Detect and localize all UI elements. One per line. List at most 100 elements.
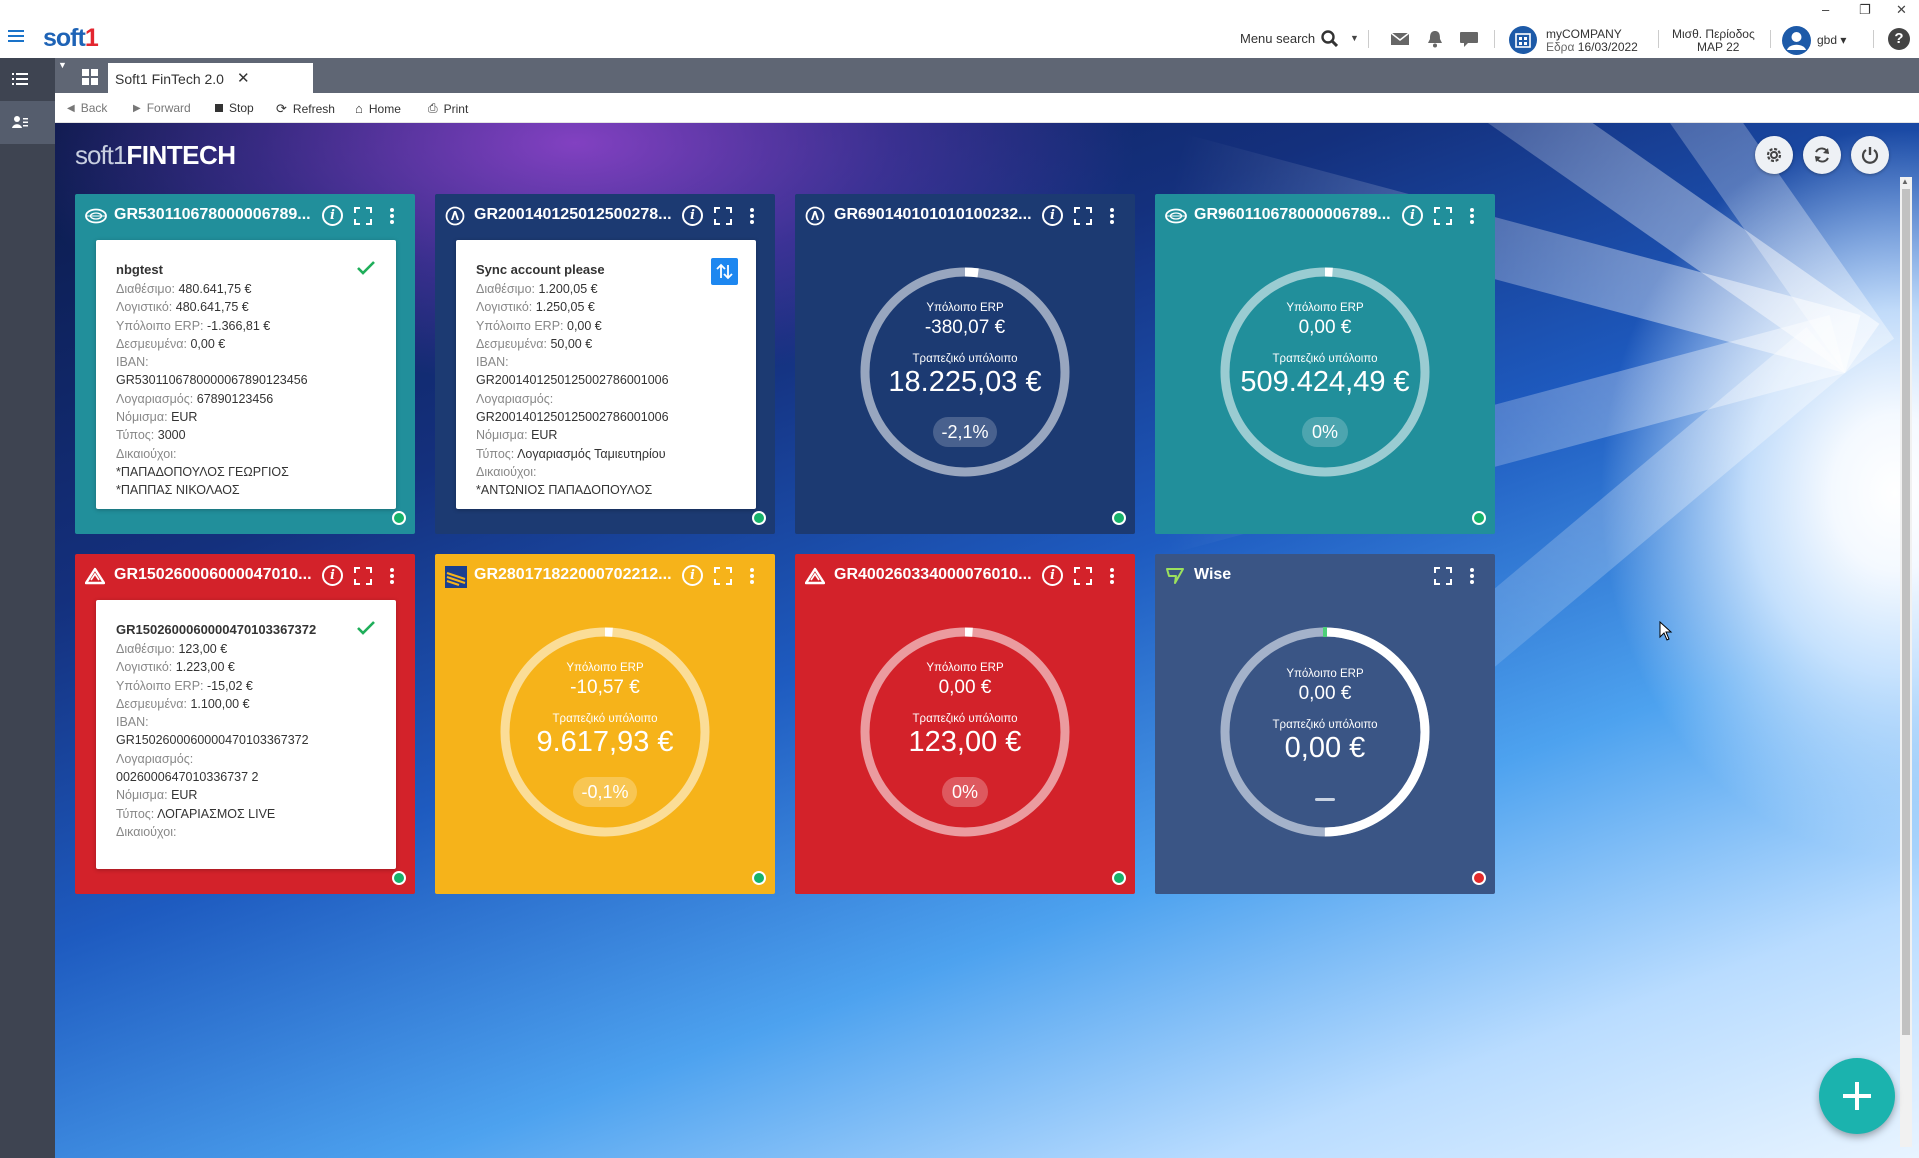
tab-soft1-fintech[interactable]: Soft1 FinTech 2.0 ✕ <box>108 63 313 93</box>
fullscreen-icon[interactable] <box>714 567 732 585</box>
account-card[interactable]: GR690140101010100232... i Υπόλοιπο ERP -380… <box>795 194 1135 534</box>
more-vertical-icon[interactable] <box>749 207 755 225</box>
account-card[interactable]: GR150260006000047010... i GR15026000600004… <box>75 554 415 894</box>
minimize-button[interactable]: – <box>1822 2 1829 17</box>
detail-line: Τύπος: 3000 <box>116 428 186 443</box>
fullscreen-icon[interactable] <box>714 207 732 225</box>
scroll-up-icon[interactable]: ▲ <box>1901 177 1909 186</box>
back-button[interactable]: ◀ Back <box>67 101 107 115</box>
info-icon[interactable]: i <box>1042 565 1063 586</box>
info-icon[interactable]: i <box>322 205 343 226</box>
tab-label: Soft1 FinTech 2.0 <box>115 71 224 87</box>
left-sidebar <box>0 58 55 1158</box>
info-icon[interactable]: i <box>1402 205 1423 226</box>
difference-percentage-badge: -2,1% <box>933 417 997 447</box>
search-icon[interactable] <box>1321 30 1338 47</box>
info-icon[interactable]: i <box>322 565 343 586</box>
chevron-down-icon[interactable]: ▼ <box>58 60 67 70</box>
chat-icon[interactable] <box>1459 30 1479 48</box>
info-icon[interactable]: i <box>1042 205 1063 226</box>
account-card[interactable]: GR200140125012500278... i Sync account ple… <box>435 194 775 534</box>
card-title[interactable]: GR280171822000702212... <box>474 566 672 584</box>
add-account-button[interactable] <box>1819 1058 1895 1134</box>
more-vertical-icon[interactable] <box>389 567 395 585</box>
more-vertical-icon[interactable] <box>1109 207 1115 225</box>
sidebar-item-menu-list[interactable] <box>0 58 55 101</box>
sidebar-item-contacts[interactable] <box>0 101 55 144</box>
hamburger-menu-icon[interactable] <box>8 30 24 42</box>
restore-button[interactable]: ❐ <box>1859 2 1871 18</box>
home-icon: ⌂ <box>355 101 363 116</box>
bank-balance-value: 0,00 € <box>1284 732 1366 764</box>
account-card[interactable]: GR400260334000076010... i Υπόλοιπο ERP 0,00… <box>795 554 1135 894</box>
power-button[interactable] <box>1851 136 1889 174</box>
gauge-start-marker <box>1323 627 1327 637</box>
erp-balance-label: Υπόλοιπο ERP <box>1286 302 1364 314</box>
erp-balance-value: 0,00 € <box>938 677 992 698</box>
more-vertical-icon[interactable] <box>1469 207 1475 225</box>
detail-line: Λογιστικό: 1.223,00 € <box>116 660 235 675</box>
company-icon[interactable] <box>1509 26 1537 54</box>
card-title[interactable]: GR960110678000006789... <box>1194 206 1391 224</box>
more-vertical-icon[interactable] <box>1109 567 1115 585</box>
settings-button[interactable] <box>1755 136 1793 174</box>
difference-percentage-badge: 0% <box>942 777 988 807</box>
apps-grid-icon[interactable] <box>82 69 98 85</box>
divider <box>1368 30 1369 48</box>
card-title[interactable]: Wise <box>1194 566 1231 584</box>
detail-line: Διαθέσιμο: 123,00 € <box>116 642 228 656</box>
card-title[interactable]: GR530110678000006789... <box>114 206 311 224</box>
info-icon[interactable]: i <box>682 205 703 226</box>
wise-icon <box>1165 566 1185 586</box>
user-name[interactable]: gbd ▾ <box>1817 33 1846 47</box>
card-title[interactable]: GR400260334000076010... <box>834 566 1032 584</box>
account-card[interactable]: Wise Υπόλοιπο ERP 0,00 € Τραπεζικό υπόλοιπο… <box>1155 554 1495 894</box>
fullscreen-icon[interactable] <box>354 207 372 225</box>
home-button[interactable]: ⌂ Home <box>355 101 401 116</box>
period-label[interactable]: Μισθ. Περίοδος <box>1672 27 1755 41</box>
detail-line: Δεσμευμένα: 50,00 € <box>476 336 593 351</box>
fullscreen-icon[interactable] <box>1434 567 1452 585</box>
fullscreen-icon[interactable] <box>1074 207 1092 225</box>
print-button[interactable]: ⎙ Print <box>428 101 468 116</box>
forward-button[interactable]: ▶ Forward <box>133 101 191 115</box>
fullscreen-icon[interactable] <box>1074 567 1092 585</box>
close-window-button[interactable]: ✕ <box>1896 2 1907 18</box>
more-vertical-icon[interactable] <box>749 567 755 585</box>
scrollbar-thumb[interactable] <box>1902 189 1910 1035</box>
menu-search-label[interactable]: Menu search <box>1240 31 1315 46</box>
sync-account-button[interactable] <box>711 258 738 285</box>
info-icon[interactable]: i <box>682 565 703 586</box>
card-header: GR200140125012500278... i <box>435 194 775 238</box>
card-title[interactable]: GR150260006000047010... <box>114 566 312 584</box>
account-card[interactable]: GR960110678000006789... i Υπόλοιπο ERP 0,00… <box>1155 194 1495 534</box>
more-vertical-icon[interactable] <box>1469 567 1475 585</box>
fullscreen-icon[interactable] <box>1434 207 1452 225</box>
period-value[interactable]: ΜΑΡ 22 <box>1697 40 1739 54</box>
user-avatar-icon[interactable] <box>1782 26 1811 55</box>
erp-balance-value: 0,00 € <box>1298 317 1352 338</box>
account-card[interactable]: GR280171822000702212... i Υπόλοιπο ERP -10,… <box>435 554 775 894</box>
connection-status-indicator <box>1112 511 1126 525</box>
mail-icon[interactable] <box>1390 30 1410 48</box>
card-title[interactable]: GR690140101010100232... <box>834 206 1032 224</box>
more-vertical-icon[interactable] <box>389 207 395 225</box>
company-name[interactable]: myCOMPANY <box>1546 27 1622 41</box>
stop-button[interactable]: Stop <box>215 101 254 115</box>
help-icon[interactable]: ? <box>1888 28 1910 50</box>
detail-line: Δεσμευμένα: 1.100,00 € <box>116 696 250 711</box>
account-card[interactable]: GR530110678000006789... i nbgtest Διαθέσιμο… <box>75 194 415 534</box>
sync-all-button[interactable] <box>1803 136 1841 174</box>
fullscreen-icon[interactable] <box>354 567 372 585</box>
chevron-down-icon[interactable]: ▼ <box>1350 33 1359 43</box>
tab-close-icon[interactable]: ✕ <box>237 69 250 87</box>
erp-balance-value: -380,07 € <box>924 317 1006 338</box>
refresh-button[interactable]: ⟳ Refresh <box>276 101 335 117</box>
card-title[interactable]: GR200140125012500278... <box>474 206 672 224</box>
erp-balance-label: Υπόλοιπο ERP <box>926 302 1004 314</box>
account-detail-panel: Sync account please Διαθέσιμο: 1.200,05 €… <box>456 240 756 509</box>
bell-icon[interactable] <box>1425 30 1445 48</box>
erp-balance-value: 0,00 € <box>1298 683 1352 704</box>
gear-icon <box>1766 147 1782 163</box>
top-header: soft1 – ❐ ✕ Menu search ▼ myCOMPANY Εδρα… <box>0 0 1919 58</box>
